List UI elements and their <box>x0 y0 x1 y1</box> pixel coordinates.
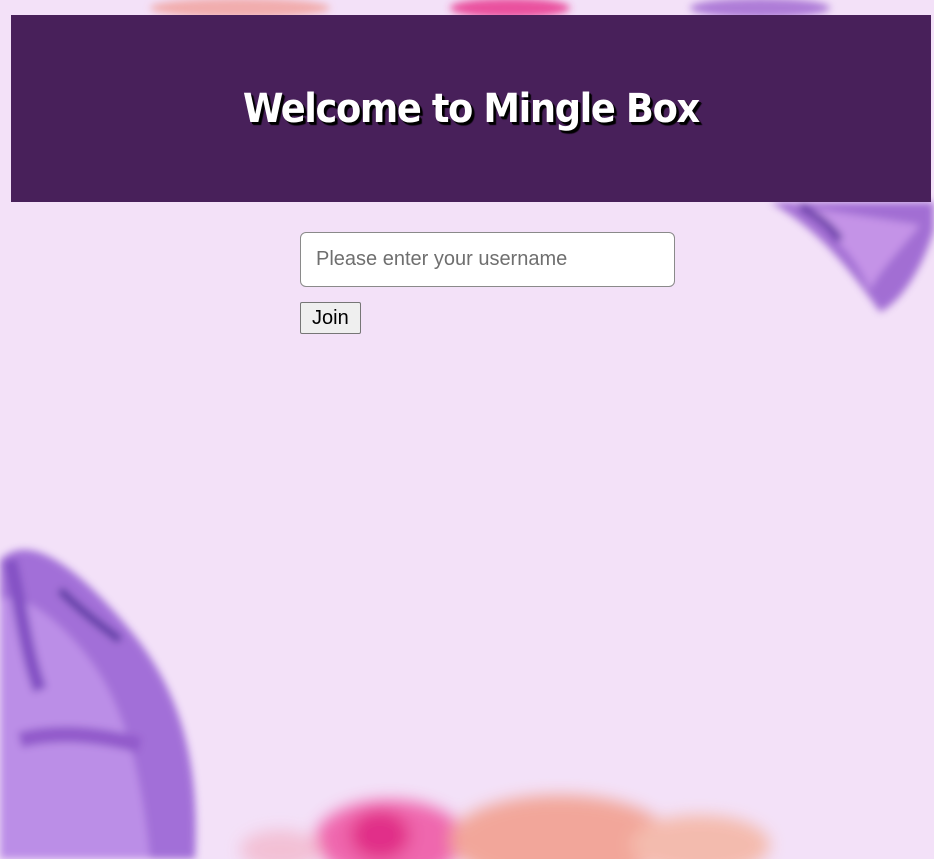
join-form: Join <box>300 232 675 334</box>
site-header: Welcome to Mingle Box <box>11 15 931 202</box>
username-input[interactable] <box>300 232 675 287</box>
join-button[interactable]: Join <box>300 302 361 334</box>
page-title: Welcome to Mingle Box <box>242 85 700 132</box>
